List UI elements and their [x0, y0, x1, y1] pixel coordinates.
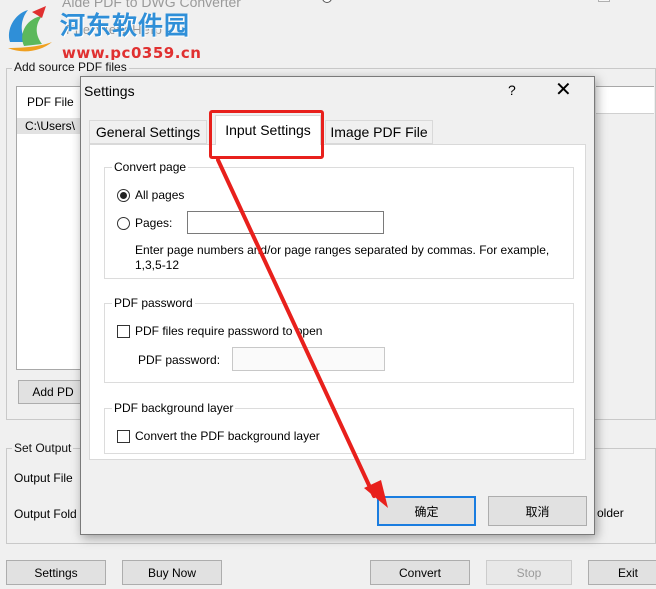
maximize-icon[interactable] — [598, 0, 610, 2]
all-pages-radio[interactable] — [117, 189, 130, 202]
watermark-site-name: 河东软件园 — [60, 11, 191, 40]
add-pdf-button[interactable]: Add PD — [18, 380, 88, 404]
pdf-password-label: PDF password: — [138, 353, 221, 367]
all-pages-label[interactable]: All pages — [135, 188, 184, 202]
source-group-label: Add source PDF files — [12, 60, 129, 74]
pages-hint-line1: Enter page numbers and/or page ranges se… — [135, 243, 550, 257]
ok-button[interactable]: 确定 — [377, 496, 476, 526]
file-list-header[interactable]: PDF File — [27, 95, 74, 109]
settings-button[interactable]: Settings — [6, 560, 106, 585]
file-list-right-edge — [596, 86, 654, 114]
tab-image-pdf-file[interactable]: Image PDF File — [325, 120, 433, 144]
file-list-row-path: C:\Users\ — [25, 119, 76, 133]
output-file-label: Output File — [14, 471, 73, 485]
pages-radio[interactable] — [117, 217, 130, 230]
buy-now-button[interactable]: Buy Now — [122, 560, 222, 585]
pdf-password-input[interactable] — [232, 347, 385, 371]
output-folder-label: Output Fold — [14, 507, 77, 521]
convert-background-label[interactable]: Convert the PDF background layer — [135, 429, 320, 443]
require-password-label[interactable]: PDF files require password to open — [135, 324, 322, 338]
require-password-checkbox[interactable] — [117, 325, 130, 338]
settings-dialog: Settings ? ✕ General Settings Input Sett… — [80, 76, 595, 535]
output-group-label: Set Output — [12, 441, 74, 455]
dialog-title: Settings — [84, 83, 135, 99]
pages-hint-line2: 1,3,5-12 — [135, 258, 180, 272]
output-folder-option-label[interactable]: older — [597, 506, 624, 520]
stop-button[interactable]: Stop — [486, 560, 572, 585]
background-layer-legend: PDF background layer — [112, 401, 236, 415]
tab-general-settings[interactable]: General Settings — [89, 120, 207, 144]
pdf-password-legend: PDF password — [112, 296, 195, 310]
cursor-icon — [322, 0, 332, 3]
pages-label[interactable]: Pages: — [135, 216, 172, 230]
pdf-password-group — [104, 303, 574, 383]
exit-button[interactable]: Exit — [588, 560, 656, 585]
close-icon[interactable]: ✕ — [555, 78, 572, 102]
pages-input[interactable] — [187, 211, 384, 234]
help-button[interactable]: ? — [508, 82, 516, 98]
watermark-logo-icon — [2, 2, 58, 56]
tab-input-settings[interactable]: Input Settings — [215, 115, 321, 145]
cancel-button[interactable]: 取消 — [488, 496, 587, 526]
convert-button[interactable]: Convert — [370, 560, 470, 585]
convert-page-legend: Convert page — [112, 160, 189, 174]
input-settings-panel: Convert page All pages Pages: Enter page… — [89, 144, 586, 460]
convert-background-checkbox[interactable] — [117, 430, 130, 443]
